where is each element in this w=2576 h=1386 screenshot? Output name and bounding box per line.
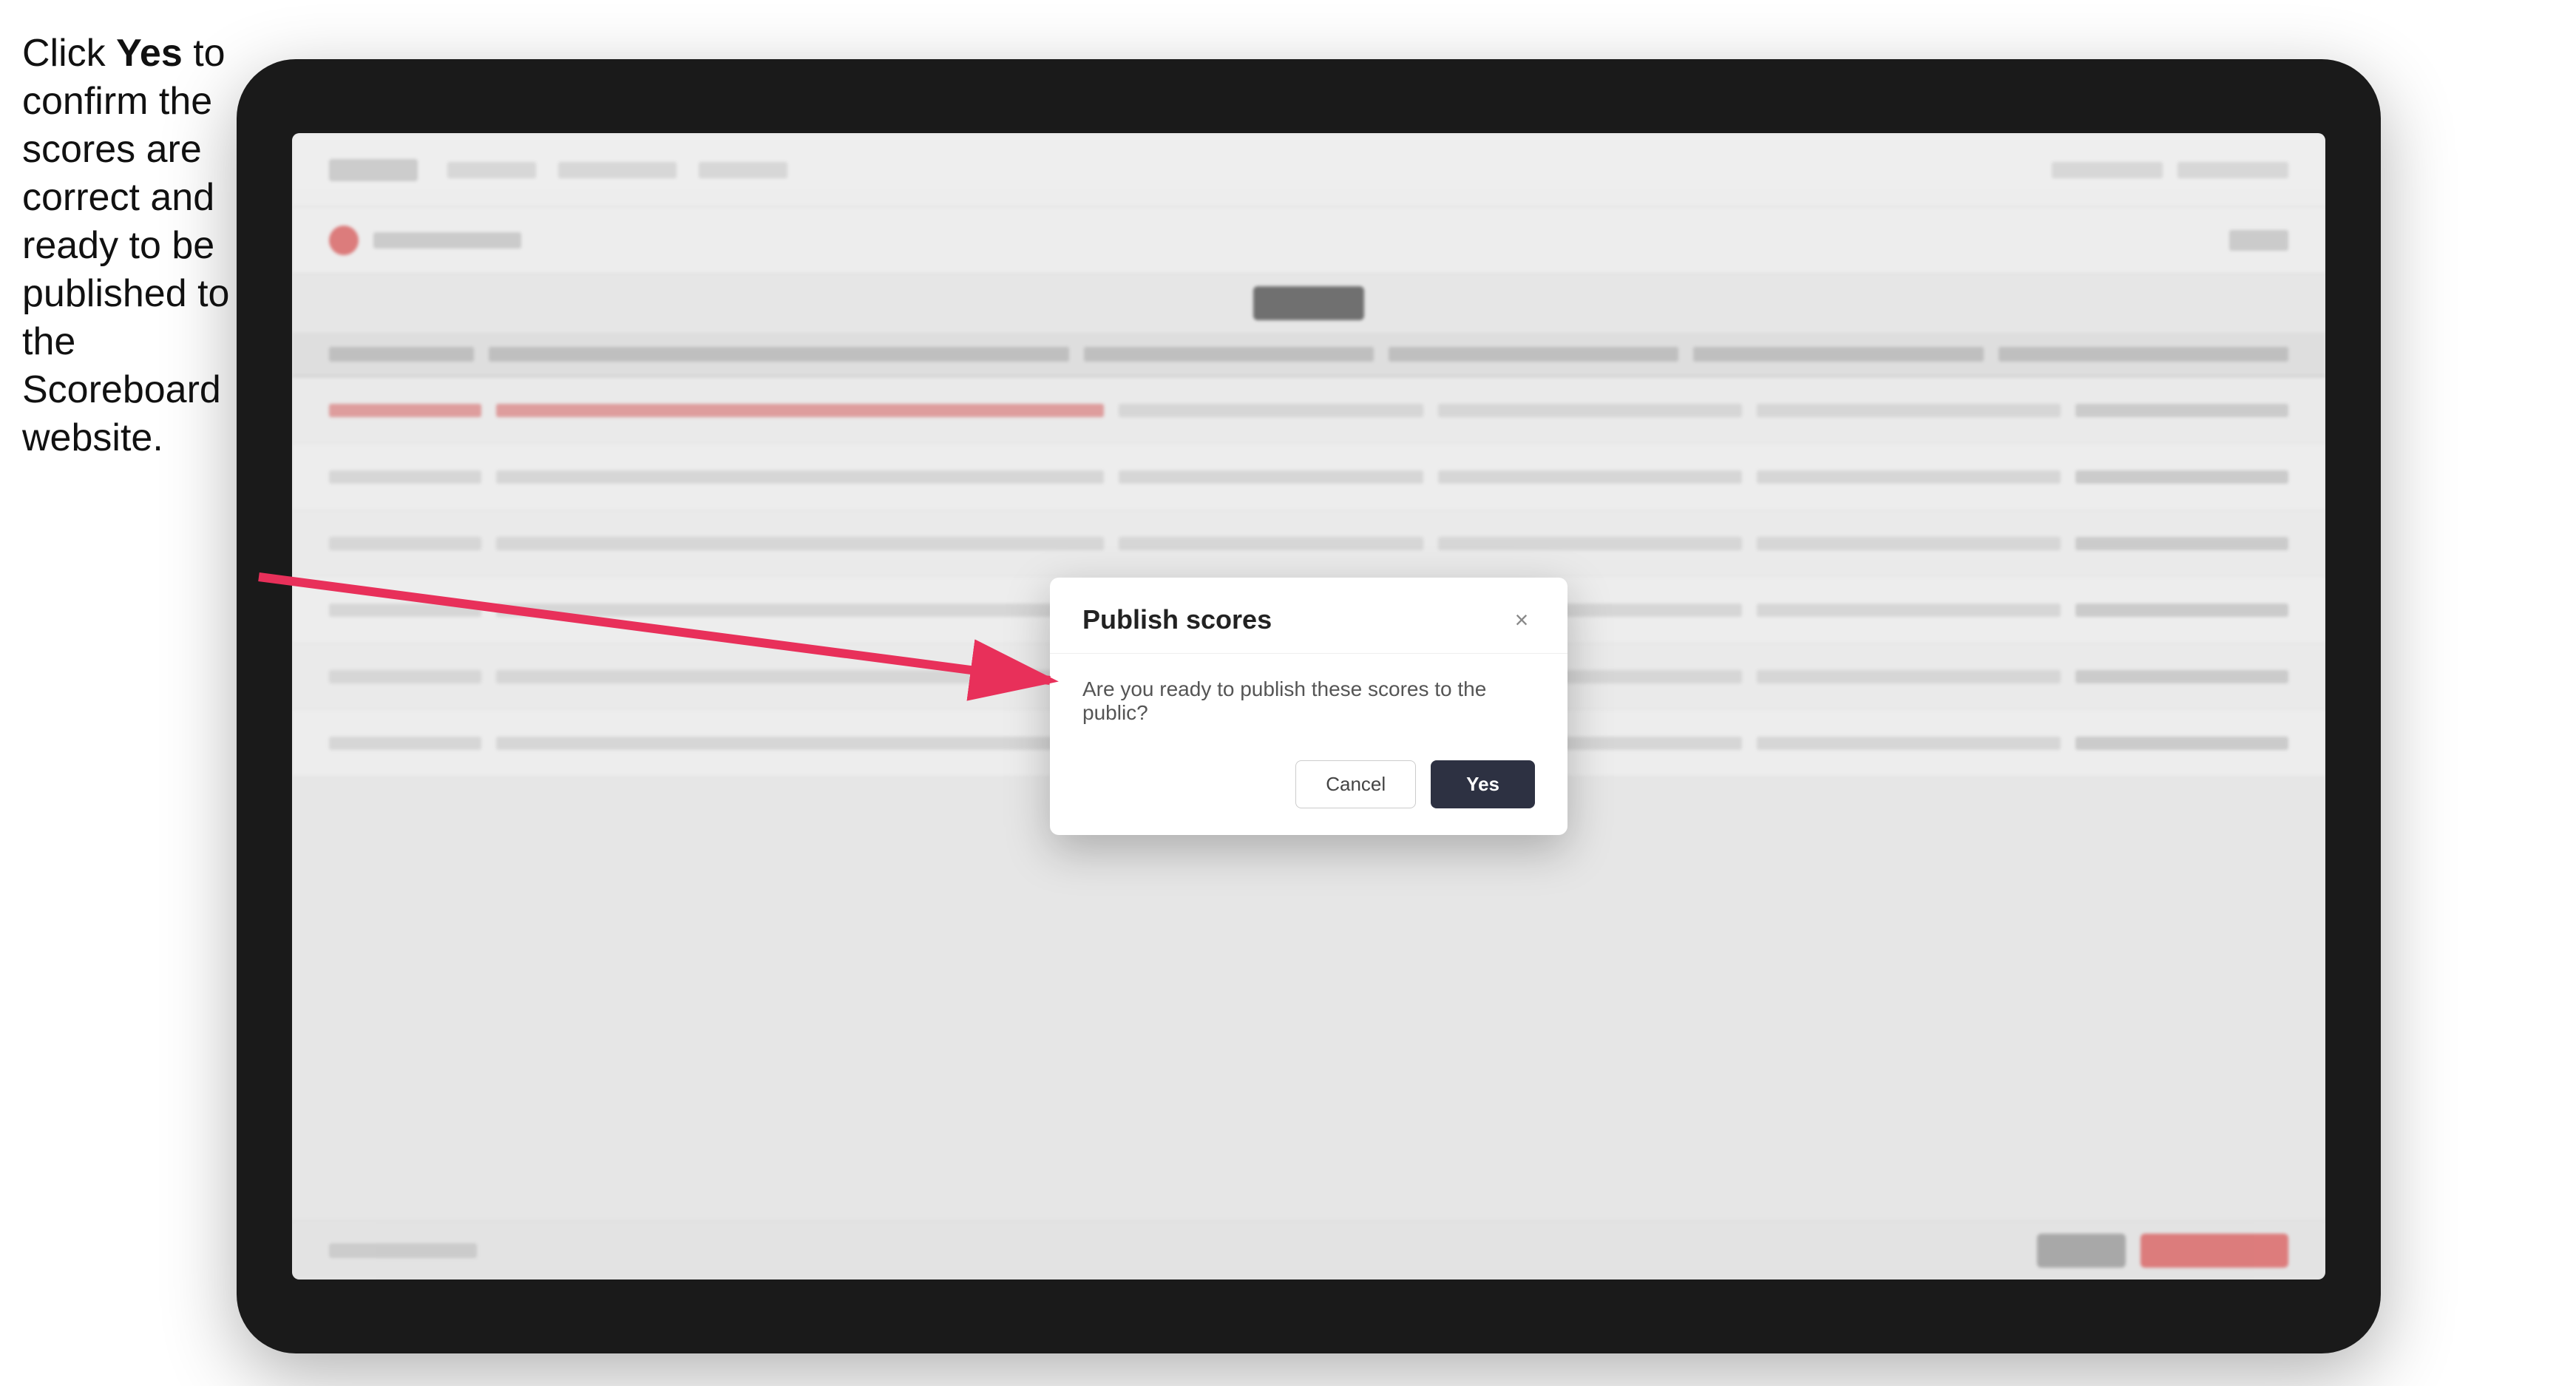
tablet-screen: Publish scores × Are you ready to publis… (292, 133, 2325, 1279)
modal-close-button[interactable]: × (1508, 606, 1535, 633)
modal-actions: Cancel Yes (1082, 760, 1535, 808)
modal-title: Publish scores (1082, 604, 1272, 635)
instruction-part2: to confirm the scores are correct and re… (22, 32, 229, 459)
modal-message: Are you ready to publish these scores to… (1082, 677, 1535, 725)
modal-header: Publish scores × (1050, 578, 1567, 654)
cancel-button[interactable]: Cancel (1295, 760, 1416, 808)
yes-button[interactable]: Yes (1431, 760, 1535, 808)
modal-body: Are you ready to publish these scores to… (1050, 654, 1567, 835)
publish-scores-modal: Publish scores × Are you ready to publis… (1050, 578, 1567, 835)
instruction-part1: Click (22, 32, 116, 75)
instruction-text: Click Yes to confirm the scores are corr… (22, 30, 237, 462)
instruction-bold: Yes (116, 32, 183, 75)
tablet-device: Publish scores × Are you ready to publis… (237, 59, 2381, 1353)
modal-overlay: Publish scores × Are you ready to publis… (292, 133, 2325, 1279)
